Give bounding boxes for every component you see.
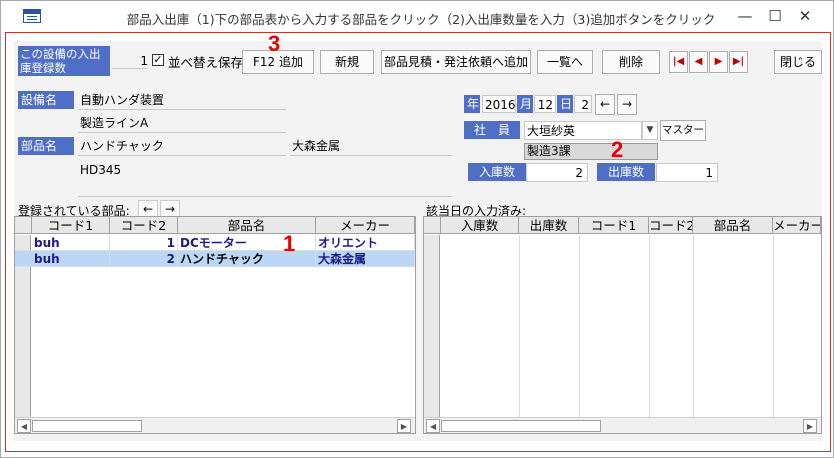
day-label: 日 — [557, 95, 573, 113]
equipment-label: 設備名 — [18, 91, 74, 109]
cell-code2: 1 — [110, 235, 178, 251]
prev-record-icon[interactable]: ◀ — [689, 51, 708, 73]
select-all-corner[interactable] — [15, 217, 32, 234]
equipment-line-field[interactable]: 製造ラインA — [78, 114, 286, 133]
scroll-left-icon[interactable]: ◀ — [426, 419, 440, 433]
last-record-icon[interactable]: ▶| — [729, 51, 748, 73]
cell-code1: buh — [32, 251, 110, 267]
employee-label: 社 員 — [464, 121, 520, 139]
horizontal-scrollbar[interactable]: ◀ ▶ — [424, 417, 821, 433]
scroll-thumb[interactable] — [32, 420, 142, 432]
quote-order-button[interactable]: 部品見積・発注依頼へ追加 — [381, 50, 531, 74]
month-field[interactable]: 12 — [534, 95, 556, 113]
month-label: 月 — [517, 95, 533, 113]
first-record-icon[interactable]: |◀ — [669, 51, 688, 73]
cell-maker: 大森金属 — [316, 251, 415, 267]
cell-code2: 2 — [110, 251, 178, 267]
grid-header: 入庫数 出庫数 コード1 コード2 部品名 メーカー — [424, 217, 821, 234]
cell-maker: オリエント — [316, 235, 415, 251]
sort-save-label: 並べ替え保存 — [168, 55, 244, 70]
col-maker[interactable]: メーカー — [316, 217, 415, 234]
registered-parts-grid: コード1 コード2 部品名 メーカー buh 1 DCモーター オリエント bu… — [14, 216, 416, 434]
close-form-button[interactable]: 閉じる — [774, 50, 822, 74]
select-all-corner[interactable] — [424, 217, 441, 234]
row-selector-column — [424, 235, 440, 417]
next-day-button[interactable]: → — [617, 94, 637, 115]
grid-header: コード1 コード2 部品名 メーカー — [15, 217, 415, 234]
out-qty-label: 出庫数 — [597, 163, 655, 181]
part-maker-field[interactable]: 大森金属 — [290, 137, 452, 156]
step-2-marker: 2 — [611, 137, 624, 162]
step-1-marker: 1 — [283, 231, 296, 256]
prev-day-button[interactable]: ← — [595, 94, 615, 115]
year-label: 年 — [464, 95, 480, 113]
horizontal-scrollbar[interactable]: ◀ ▶ — [15, 417, 415, 433]
col-out-qty[interactable]: 出庫数 — [519, 217, 579, 234]
new-button[interactable]: 新規 — [320, 50, 374, 74]
next-record-icon[interactable]: ▶ — [709, 51, 728, 73]
col-code1[interactable]: コード1 — [579, 217, 649, 234]
window-title: 部品入出庫（1)下の部品表から入力する部品をクリック（2)入出庫数量を入力（3)… — [126, 12, 716, 27]
chevron-down-icon[interactable]: ▼ — [642, 121, 658, 140]
col-code2[interactable]: コード2 — [649, 217, 693, 234]
department-field: 製造3課 — [524, 143, 658, 160]
delete-button[interactable]: 削除 — [602, 50, 660, 74]
col-in-qty[interactable]: 入庫数 — [441, 217, 519, 234]
list-button[interactable]: 一覧へ — [537, 50, 593, 74]
form-frame: この設備の入出庫登録数 1 ✓ 並べ替え保存 F12 追加 3 新規 部品見積・… — [5, 31, 831, 452]
employee-select[interactable]: 大垣紗英 — [524, 121, 642, 140]
col-code1[interactable]: コード1 — [32, 217, 110, 234]
sort-save-checkbox[interactable]: ✓ — [152, 54, 164, 66]
col-code2[interactable]: コード2 — [110, 217, 178, 234]
cell-part-name: DCモーター — [178, 235, 316, 251]
app-window: 部品入出庫（1)下の部品表から入力する部品をクリック（2)入出庫数量を入力（3)… — [0, 0, 834, 458]
count-value: 1 — [112, 53, 148, 69]
minimize-button[interactable]: — — [731, 5, 759, 27]
part-model-field[interactable]: HD345 — [78, 161, 452, 197]
form-icon — [23, 9, 41, 23]
col-maker[interactable]: メーカー — [773, 217, 821, 234]
out-qty-field[interactable]: 1 — [656, 163, 718, 182]
cell-code1: buh — [32, 235, 110, 251]
col-part-name[interactable]: 部品名 — [178, 217, 316, 234]
in-qty-field[interactable]: 2 — [526, 163, 588, 182]
scroll-right-icon[interactable]: ▶ — [803, 419, 817, 433]
table-row[interactable]: buh 1 DCモーター オリエント — [15, 235, 415, 251]
close-window-button[interactable]: ✕ — [791, 5, 819, 27]
cell-part-name: ハンドチャック — [178, 251, 316, 267]
in-qty-label: 入庫数 — [468, 163, 526, 181]
title-bar: 部品入出庫（1)下の部品表から入力する部品をクリック（2)入出庫数量を入力（3)… — [1, 1, 833, 31]
form-body: この設備の入出庫登録数 1 ✓ 並べ替え保存 F12 追加 3 新規 部品見積・… — [14, 31, 822, 441]
scroll-left-icon[interactable]: ◀ — [17, 419, 31, 433]
day-field[interactable]: 2 — [574, 95, 592, 113]
part-label: 部品名 — [18, 137, 74, 155]
count-label: この設備の入出庫登録数 — [18, 46, 110, 76]
equipment-name-field[interactable]: 自動ハンダ装置 — [78, 91, 286, 110]
master-button[interactable]: マスター — [660, 120, 706, 141]
part-name-field[interactable]: ハンドチャック — [78, 137, 286, 156]
entered-today-grid: 入庫数 出庫数 コード1 コード2 部品名 メーカー ◀ ▶ — [423, 216, 822, 434]
maximize-button[interactable]: ☐ — [761, 5, 789, 27]
year-field[interactable]: 2016 — [482, 95, 516, 113]
col-part-name[interactable]: 部品名 — [693, 217, 773, 234]
scroll-right-icon[interactable]: ▶ — [397, 419, 411, 433]
scroll-thumb[interactable] — [441, 420, 601, 432]
table-row-selected[interactable]: buh 2 ハンドチャック 大森金属 — [15, 251, 415, 267]
step-3-marker: 3 — [268, 31, 281, 56]
